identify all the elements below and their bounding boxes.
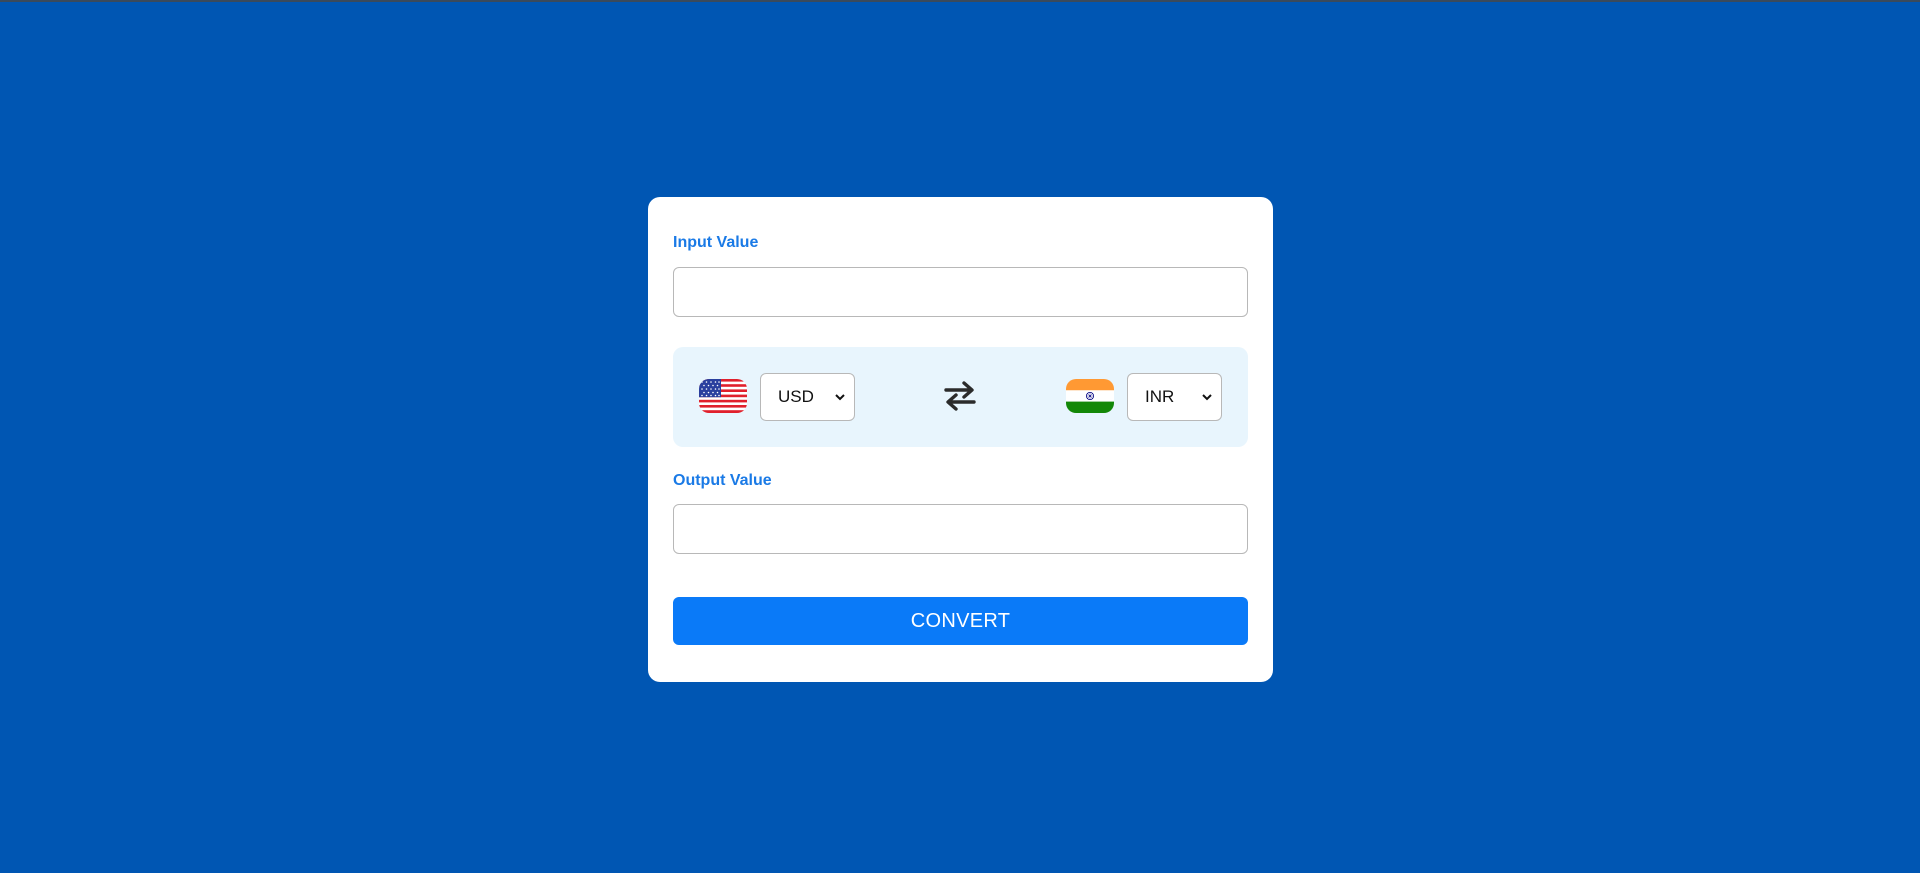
chevron-down-icon — [1202, 394, 1212, 401]
india-flag-icon — [1066, 379, 1114, 413]
input-value-label: Input Value — [673, 234, 759, 251]
chevron-down-icon — [835, 394, 845, 401]
output-value-label: Output Value — [673, 472, 772, 489]
to-currency-value: INR — [1145, 387, 1175, 406]
input-value-field[interactable] — [673, 267, 1248, 317]
converter-card: Input Value USD INR Output Value CONVERT — [648, 197, 1273, 682]
from-currency-value: USD — [778, 387, 814, 406]
currency-selector-row: USD INR — [673, 347, 1248, 447]
convert-button[interactable]: CONVERT — [673, 597, 1248, 645]
swap-arrows-icon[interactable] — [942, 379, 978, 413]
from-currency-select[interactable]: USD — [760, 373, 855, 421]
us-flag-icon — [699, 379, 747, 413]
to-currency-select[interactable]: INR — [1127, 373, 1222, 421]
output-value-field[interactable] — [673, 504, 1248, 554]
